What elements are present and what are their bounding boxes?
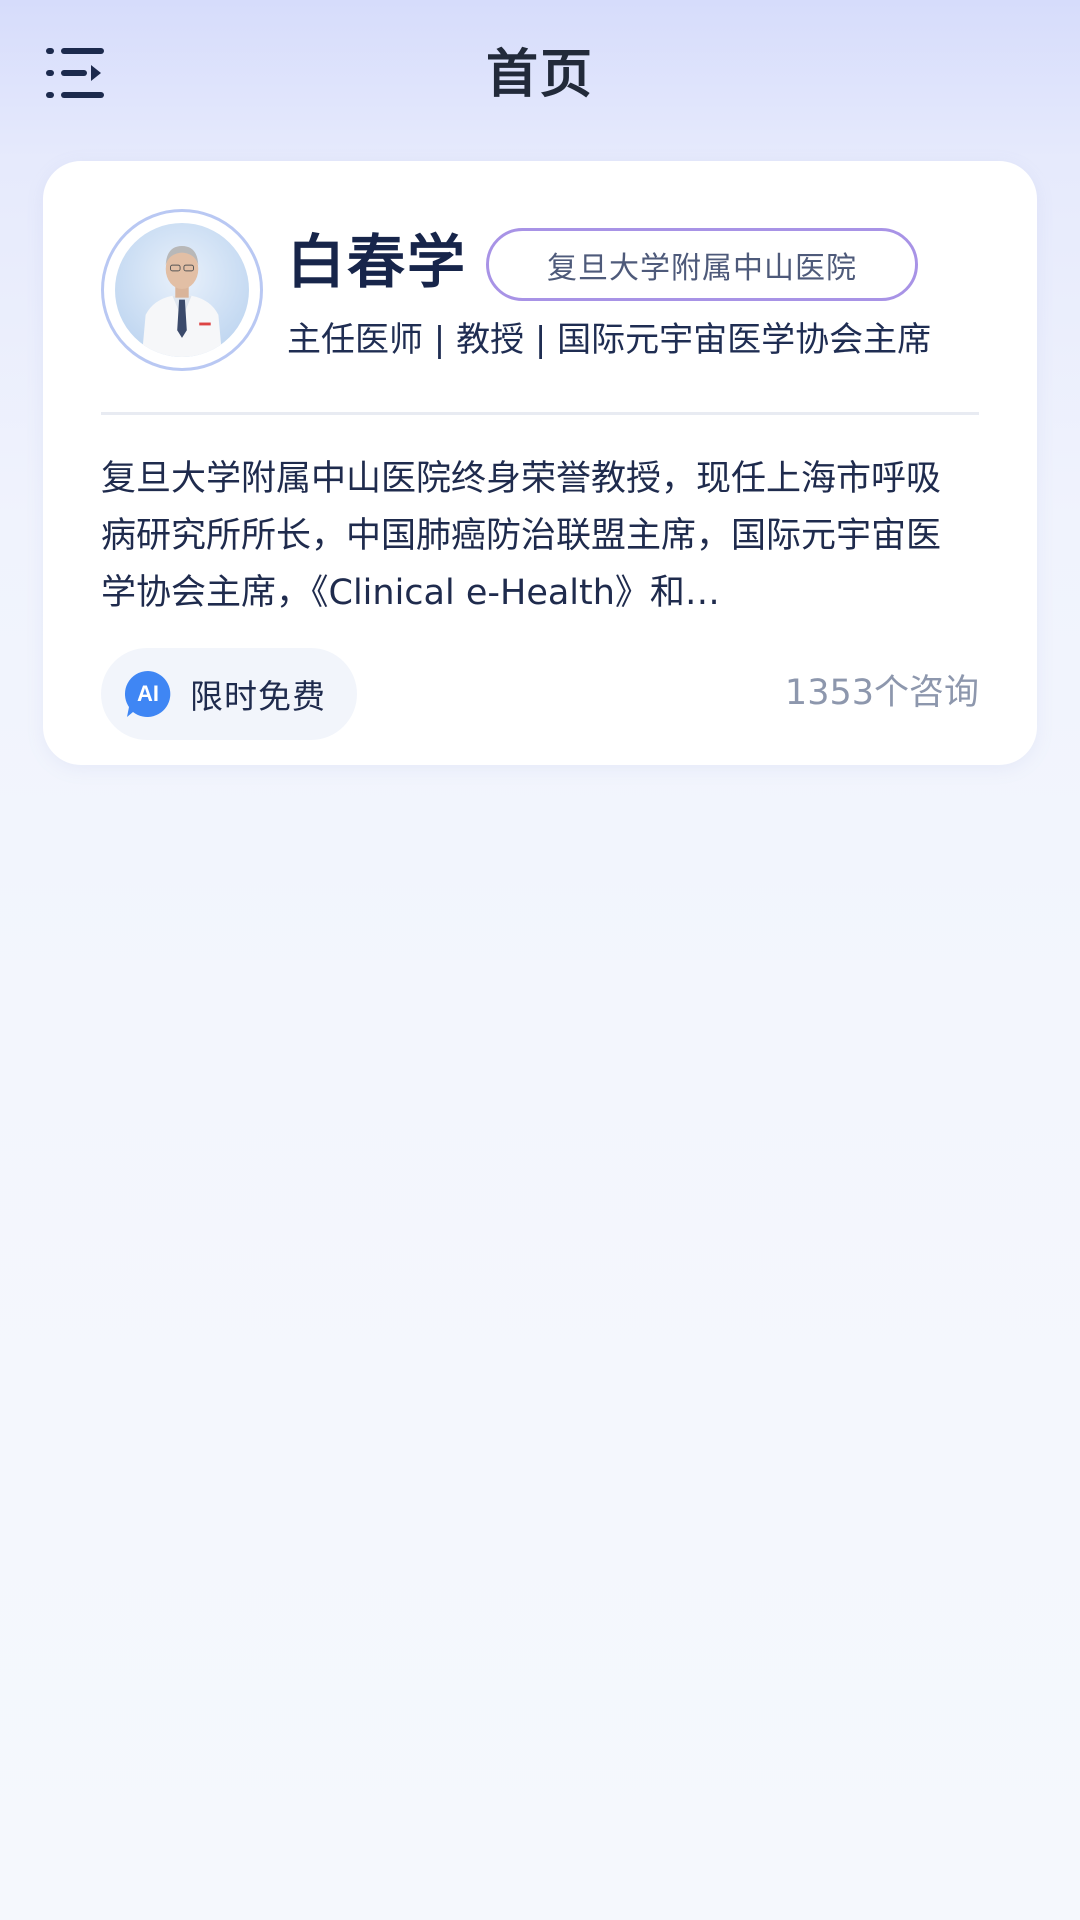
ai-badge-label: 限时免费 bbox=[190, 677, 326, 716]
doctor-titles: 主任医师 | 教授 | 国际元宇宙医学协会主席 bbox=[287, 320, 932, 360]
avatar-frame bbox=[101, 209, 263, 371]
doctor-bio: 复旦大学附属中山医院终身荣誉教授，现任上海市呼吸病研究所所长，中国肺癌防治联盟主… bbox=[101, 459, 942, 613]
consult-count: 1353个咨询 bbox=[784, 673, 979, 713]
top-bar: 首页 bbox=[0, 0, 1080, 150]
ai-free-badge[interactable]: AI 限时免费 bbox=[101, 648, 357, 740]
page-title: 首页 bbox=[485, 45, 594, 105]
hospital-tag: 复旦大学附属中山医院 bbox=[486, 228, 918, 301]
doctor-card[interactable]: 白春学 复旦大学附属中山医院 主任医师 | 教授 | 国际元宇宙医学协会主席 复… bbox=[43, 161, 1037, 765]
doctor-name: 白春学 bbox=[287, 228, 468, 296]
ai-icon-text: AI bbox=[137, 681, 159, 706]
divider bbox=[101, 412, 979, 415]
ai-chat-icon: AI bbox=[124, 671, 171, 717]
doctor-avatar bbox=[115, 223, 249, 357]
